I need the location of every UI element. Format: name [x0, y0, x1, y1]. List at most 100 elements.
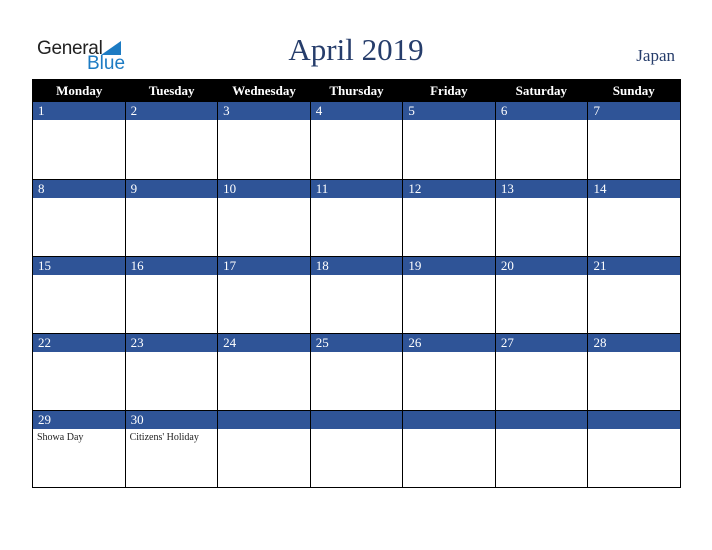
day-cell[interactable]: 18 — [310, 256, 404, 333]
day-cell[interactable] — [495, 410, 589, 487]
holiday-label — [588, 352, 680, 355]
day-cell[interactable] — [310, 410, 404, 487]
holiday-label — [33, 352, 125, 355]
holiday-label — [311, 275, 403, 278]
day-cell[interactable]: 4 — [310, 102, 404, 179]
week-row: 8 9 10 11 12 13 14 — [33, 179, 681, 256]
holiday-label — [33, 198, 125, 201]
holiday-label — [403, 275, 495, 278]
day-number: 18 — [310, 257, 403, 275]
day-number: 16 — [125, 257, 218, 275]
day-number — [495, 411, 588, 429]
day-cell[interactable]: 6 — [495, 102, 589, 179]
day-cell[interactable]: 16 — [125, 256, 219, 333]
holiday-label — [33, 275, 125, 278]
day-cell[interactable]: 3 — [218, 102, 311, 179]
holiday-label — [311, 429, 403, 432]
day-number: 21 — [588, 257, 681, 275]
day-cell[interactable]: 26 — [403, 333, 496, 410]
holiday-label — [403, 429, 495, 432]
day-number — [218, 411, 310, 429]
calendar-grid: Monday Tuesday Wednesday Thursday Friday Satu… — [32, 79, 681, 488]
day-number — [403, 411, 495, 429]
holiday-label — [311, 120, 403, 123]
day-number: 1 — [33, 102, 125, 120]
holiday-label — [218, 198, 310, 201]
day-cell[interactable]: 21 — [588, 256, 681, 333]
day-cell[interactable]: 9 — [125, 179, 219, 256]
day-number: 23 — [125, 334, 218, 352]
day-cell[interactable]: 23 — [125, 333, 219, 410]
day-cell[interactable]: 11 — [310, 179, 404, 256]
day-number: 20 — [495, 257, 588, 275]
day-cell[interactable]: 25 — [310, 333, 404, 410]
day-cell[interactable]: 24 — [218, 333, 311, 410]
holiday-label — [126, 352, 218, 355]
day-number: 8 — [33, 180, 125, 198]
week-row: 1234567 — [33, 102, 681, 179]
day-number: 19 — [403, 257, 495, 275]
holiday-label: Citizens' Holiday — [129, 432, 199, 443]
day-number: 15 — [33, 257, 125, 275]
day-cell[interactable]: 30 Citizens' Holiday — [125, 410, 219, 487]
day-number: 25 — [310, 334, 403, 352]
day-number: 11 — [310, 180, 403, 198]
day-cell[interactable]: 20 — [495, 256, 589, 333]
day-cell[interactable]: 15 — [33, 256, 126, 333]
day-cell[interactable]: 8 — [33, 179, 126, 256]
weekday-sunday: Sunday — [612, 83, 655, 98]
holiday-label — [218, 429, 310, 432]
holiday-label — [218, 275, 310, 278]
holiday-label — [496, 120, 588, 123]
holiday-label — [403, 352, 495, 355]
day-number: 28 — [588, 334, 681, 352]
day-cell[interactable] — [403, 410, 496, 487]
day-number: 30 — [125, 411, 218, 429]
holiday-label — [126, 275, 218, 278]
holiday-label — [588, 120, 680, 123]
day-cell[interactable]: 12 — [403, 179, 496, 256]
day-cell[interactable] — [588, 410, 681, 487]
day-cell[interactable] — [218, 410, 311, 487]
holiday-label: Showa Day — [37, 432, 84, 443]
day-cell[interactable]: 27 — [495, 333, 589, 410]
day-number: 9 — [125, 180, 218, 198]
holiday-label — [496, 198, 588, 201]
day-number: 13 — [495, 180, 588, 198]
day-cell[interactable]: 2 — [125, 102, 219, 179]
country-label: Japan — [636, 46, 675, 65]
day-cell[interactable]: 28 — [588, 333, 681, 410]
weekday-wednesday: Wednesday — [232, 83, 296, 98]
day-number: 7 — [588, 102, 681, 120]
day-cell[interactable]: 17 — [218, 256, 311, 333]
holiday-label — [126, 198, 218, 201]
weekday-tuesday: Tuesday — [148, 83, 195, 98]
holiday-label — [403, 120, 495, 123]
holiday-label — [496, 429, 588, 432]
holiday-label — [126, 120, 218, 123]
day-number: 27 — [495, 334, 588, 352]
day-cell[interactable]: 13 — [495, 179, 589, 256]
holiday-label — [218, 352, 310, 355]
day-number: 2 — [125, 102, 218, 120]
day-cell[interactable]: 5 — [403, 102, 496, 179]
holiday-label — [496, 275, 588, 278]
holiday-label — [311, 198, 403, 201]
day-cell[interactable]: 22 — [33, 333, 126, 410]
weekday-header: Monday Tuesday Wednesday Thursday Friday Satu… — [33, 80, 680, 102]
holiday-label — [496, 352, 588, 355]
day-cell[interactable]: 19 — [403, 256, 496, 333]
day-cell[interactable]: 7 — [588, 102, 681, 179]
holiday-label — [588, 275, 680, 278]
day-number: 29 — [33, 411, 125, 429]
week-row: 22 23 24 25 26 27 28 — [33, 333, 681, 410]
day-cell[interactable]: 14 — [588, 179, 681, 256]
day-cell[interactable]: 10 — [218, 179, 311, 256]
weekday-monday: Monday — [56, 83, 103, 98]
day-cell[interactable]: 29 Showa Day — [33, 410, 126, 487]
day-cell[interactable]: 1 — [33, 102, 126, 179]
holiday-label — [218, 120, 310, 123]
calendar-title: April 2019 — [288, 32, 424, 67]
weekday-saturday: Saturday — [515, 83, 567, 98]
day-number: 22 — [33, 334, 125, 352]
